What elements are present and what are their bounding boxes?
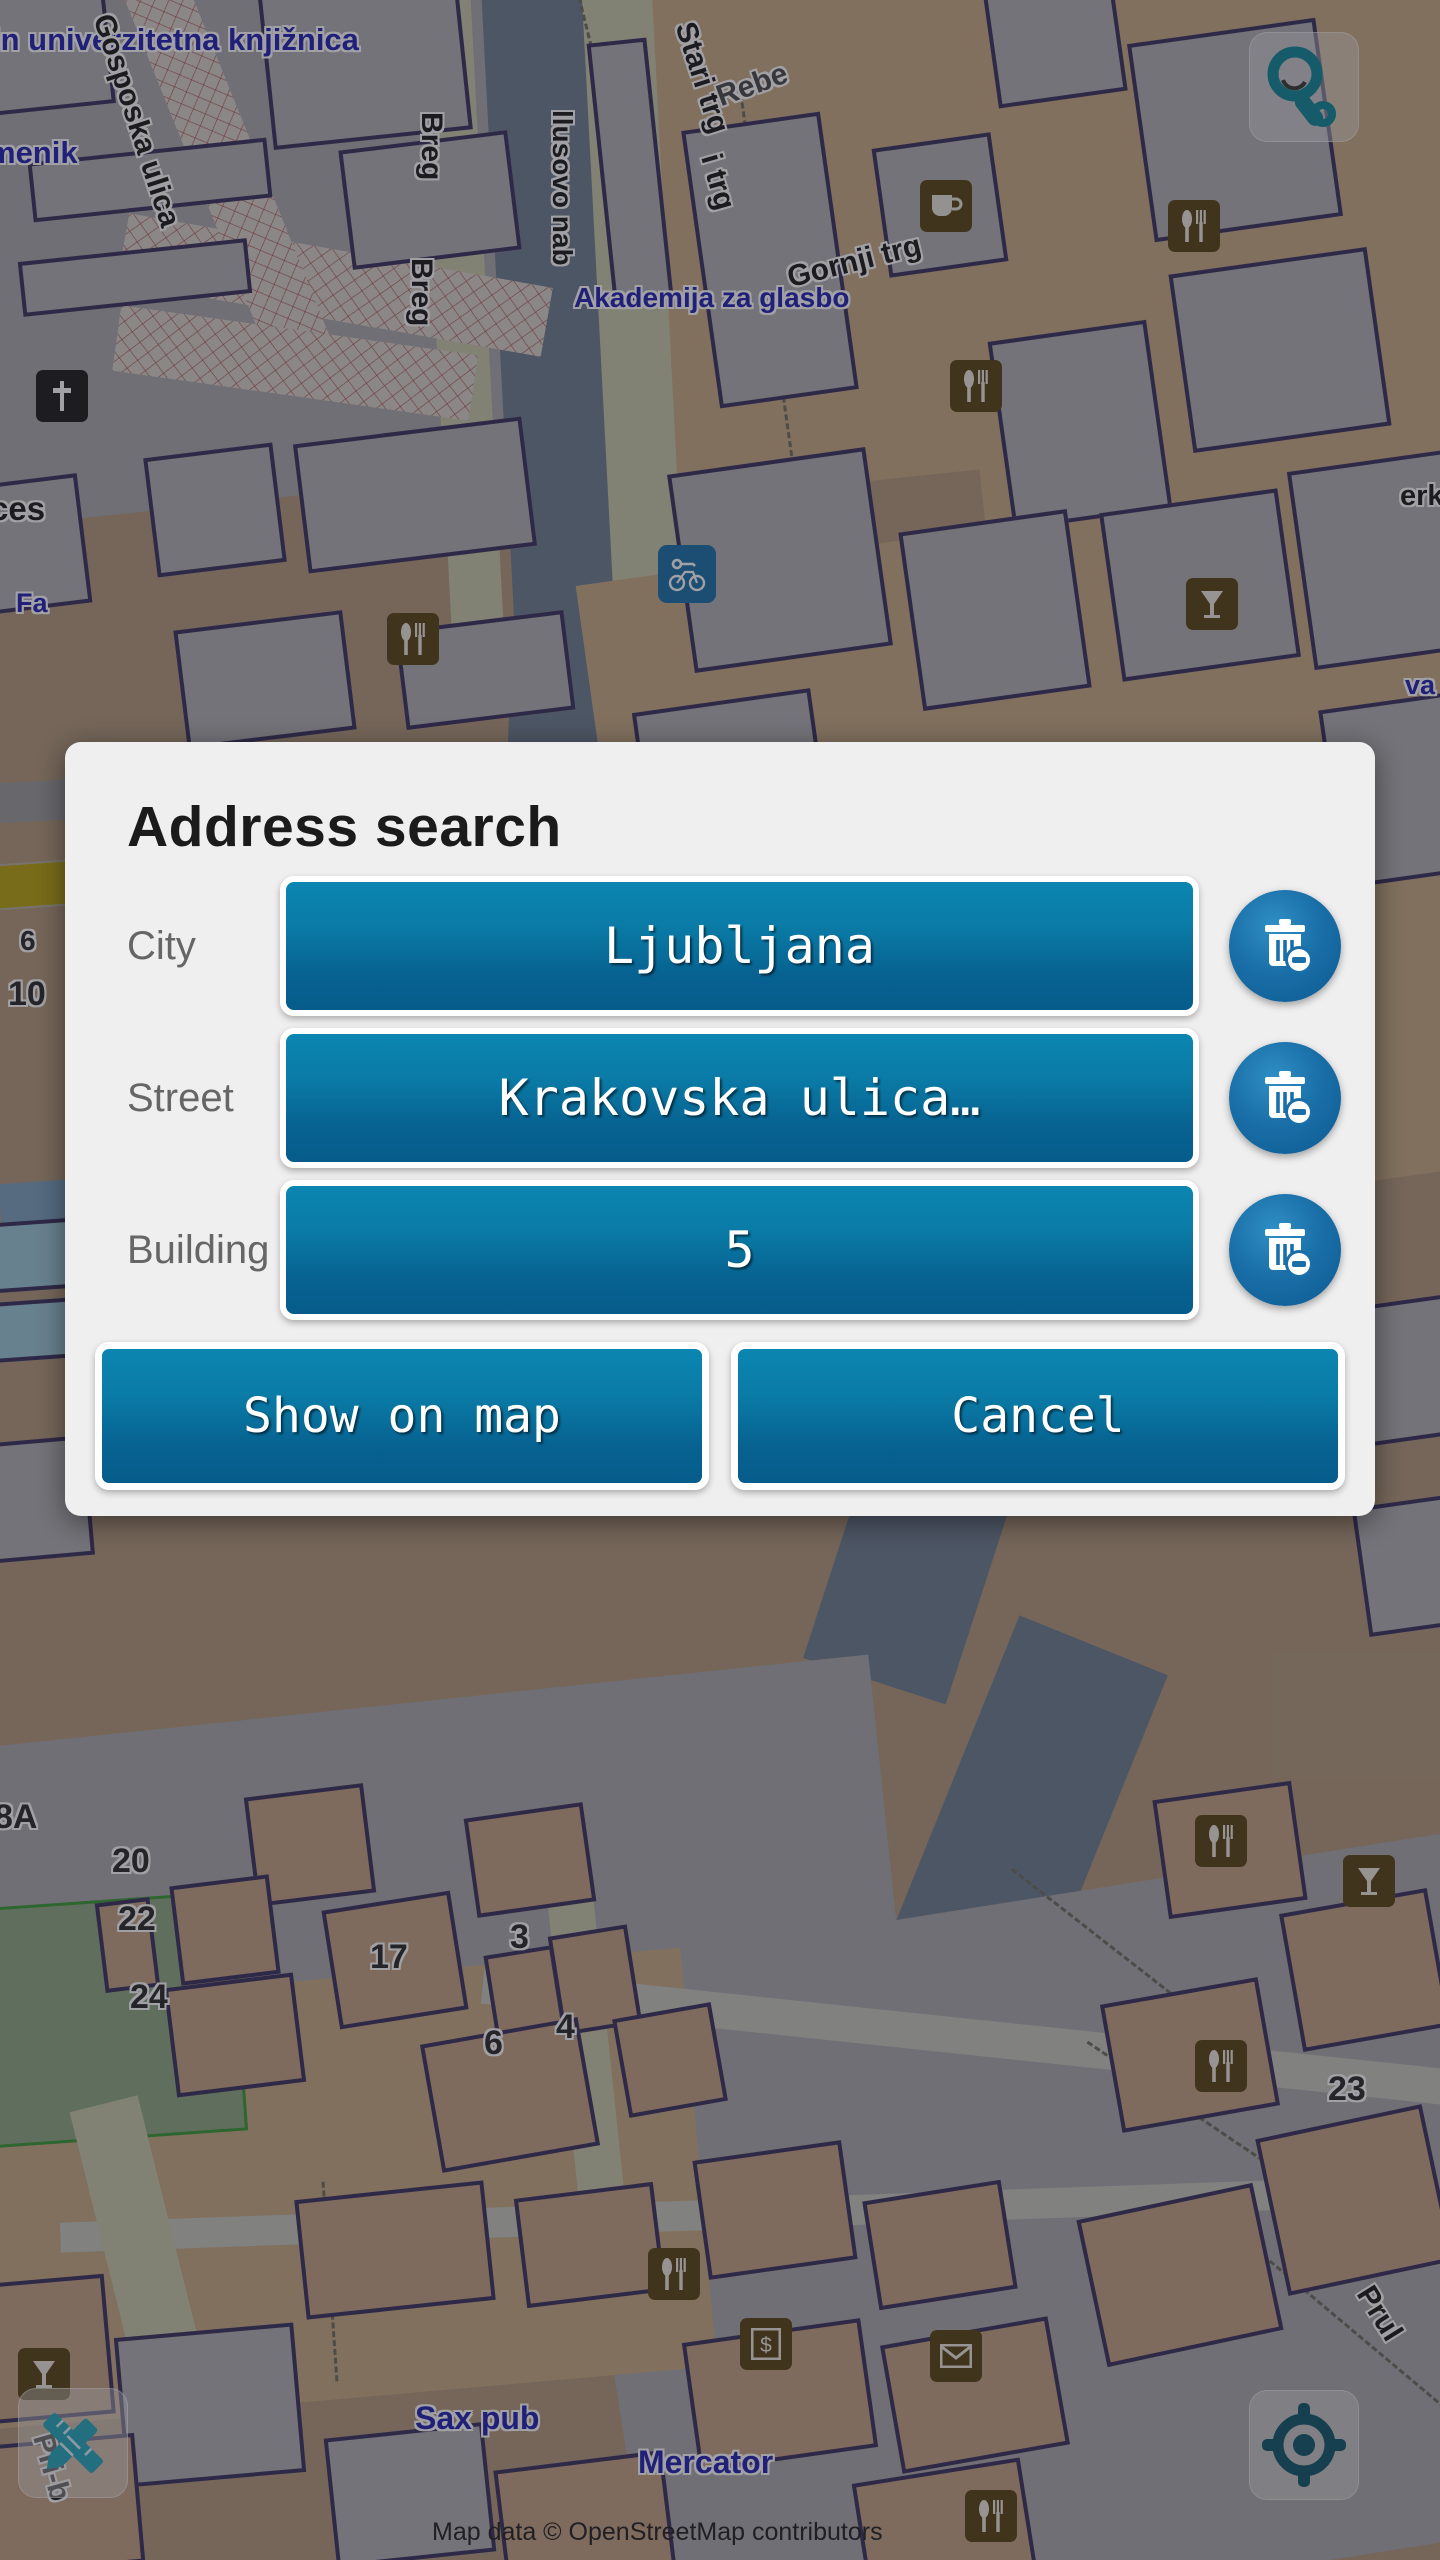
trash-minus-icon: [1265, 919, 1313, 974]
dialog-title: Address search: [127, 795, 562, 859]
address-search-dialog: Address search City Ljubljana Street Kra…: [65, 742, 1375, 1516]
trash-minus-icon: [1265, 1223, 1313, 1278]
field-row-city: City Ljubljana: [65, 870, 1375, 1022]
clear-city-button[interactable]: [1229, 890, 1341, 1002]
clear-building-button[interactable]: [1229, 1194, 1341, 1306]
clear-street-button[interactable]: [1229, 1042, 1341, 1154]
field-label-building: Building: [127, 1227, 270, 1272]
trash-minus-icon: [1265, 1071, 1313, 1126]
field-label-city: City: [127, 923, 196, 968]
field-row-building: Building 5: [65, 1174, 1375, 1326]
building-value-button[interactable]: 5: [280, 1180, 1199, 1320]
dialog-actions: Show on map Cancel: [65, 1326, 1375, 1490]
field-row-street: Street Krakovska ulica…: [65, 1022, 1375, 1174]
street-value-button[interactable]: Krakovska ulica…: [280, 1028, 1199, 1168]
app-screen: in univerzitetna knjižnica menik Gosposk…: [0, 0, 1440, 2560]
cancel-button[interactable]: Cancel: [731, 1342, 1345, 1490]
field-label-street: Street: [127, 1075, 234, 1120]
city-value-button[interactable]: Ljubljana: [280, 876, 1199, 1016]
show-on-map-button[interactable]: Show on map: [95, 1342, 709, 1490]
